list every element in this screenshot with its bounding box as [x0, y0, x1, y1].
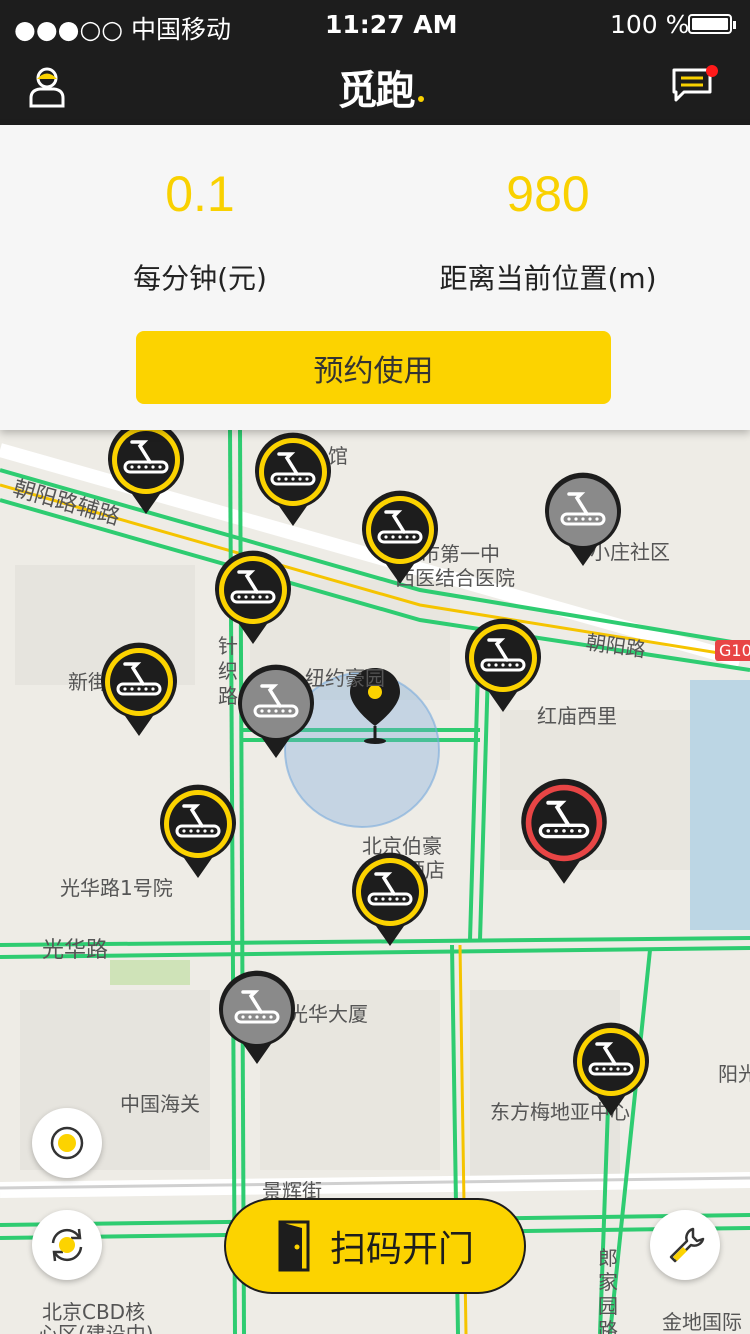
map-label: 路: [598, 1318, 618, 1334]
reserve-button[interactable]: 预约使用: [136, 331, 611, 404]
scan-open-door-button[interactable]: 扫码开门: [224, 1198, 526, 1294]
map-label: 光华路: [42, 938, 109, 963]
map-label: 纽约豪园: [305, 666, 385, 690]
distance-label: 距离当前位置(m): [439, 262, 657, 295]
nav-bar: 觅跑: [0, 50, 750, 125]
treadmill-pin[interactable]: [350, 852, 430, 948]
logo-dot: [418, 96, 424, 102]
treadmill-pin[interactable]: [253, 432, 333, 528]
status-bar: ●●●○○ 中国移动 11:27 AM 100 %: [0, 0, 750, 50]
treadmill-pin[interactable]: [236, 664, 316, 760]
treadmill-pin[interactable]: [213, 550, 293, 646]
map-label: 路: [218, 684, 238, 708]
treadmill-pin[interactable]: [543, 472, 623, 568]
battery-percent: 100 %: [610, 10, 690, 39]
treadmill-pin[interactable]: [99, 642, 179, 738]
battery-icon: [688, 14, 736, 34]
repair-button[interactable]: [650, 1210, 720, 1280]
treadmill-pin[interactable]: [463, 618, 543, 714]
map-label: 红庙西里: [537, 704, 617, 728]
price-value: 0.1: [165, 166, 235, 222]
locate-icon: [50, 1126, 84, 1160]
door-icon: [278, 1220, 310, 1272]
locate-button[interactable]: [32, 1108, 102, 1178]
scan-button-label: 扫码开门: [329, 1229, 474, 1270]
map-label: 心区(建设中): [38, 1322, 154, 1334]
refresh-icon: [51, 1228, 83, 1262]
clock: 11:27 AM: [325, 10, 458, 39]
map-label: 光华路1号院: [60, 876, 173, 900]
treadmill-pin[interactable]: [571, 1022, 651, 1118]
map-label: 光华大厦: [288, 1002, 368, 1026]
carrier-signal: ●●●○○ 中国移动: [14, 15, 232, 44]
treadmill-pin[interactable]: [158, 784, 238, 880]
map-label: 阳光: [718, 1062, 750, 1086]
refresh-button[interactable]: [32, 1210, 102, 1280]
treadmill-pin[interactable]: [217, 970, 297, 1066]
app-logo: 觅跑: [337, 68, 416, 114]
map-label: 金地国际: [662, 1310, 742, 1334]
info-panel: 0.1 980 每分钟(元) 距离当前位置(m) 预约使用: [0, 125, 750, 430]
treadmill-pin[interactable]: [519, 778, 609, 886]
highway-shield: G102: [715, 640, 750, 661]
message-icon[interactable]: [670, 64, 722, 104]
distance-value: 980: [506, 166, 590, 222]
user-icon[interactable]: [28, 66, 66, 108]
wrench-icon: [669, 1227, 705, 1263]
treadmill-pin[interactable]: [360, 490, 440, 586]
treadmill-pin[interactable]: [106, 430, 186, 516]
map-label: 中国海关: [120, 1092, 200, 1116]
price-label: 每分钟(元): [133, 262, 267, 295]
